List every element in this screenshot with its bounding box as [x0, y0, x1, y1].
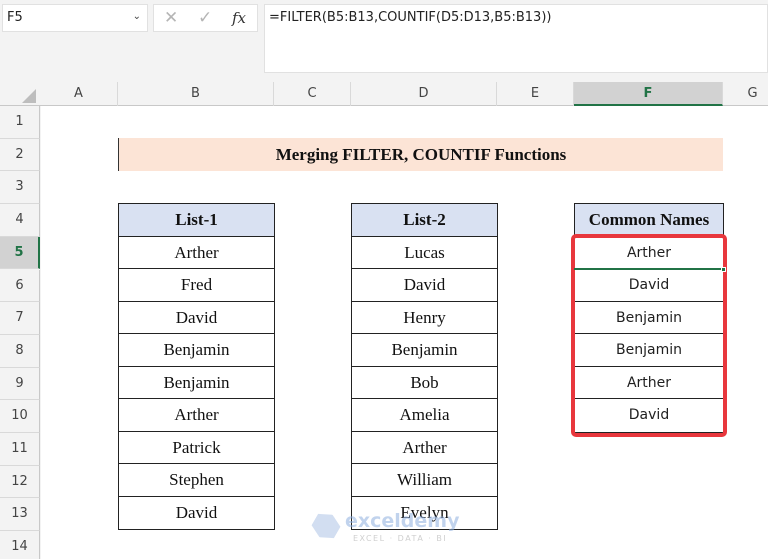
- row-header-1[interactable]: 1: [0, 106, 40, 139]
- row-header-7[interactable]: 7: [0, 302, 40, 335]
- name-box[interactable]: F5 ⌄: [2, 4, 148, 32]
- column-header-d[interactable]: D: [351, 82, 497, 106]
- list2-table: List-2 Lucas David Henry Benjamin Bob Amelia A…: [351, 203, 498, 530]
- row-header-11[interactable]: 11: [0, 433, 40, 466]
- row-header-13[interactable]: 13: [0, 498, 40, 532]
- list2-cell[interactable]: Henry: [352, 302, 497, 334]
- sheet-title[interactable]: Merging FILTER, COUNTIF Functions: [118, 138, 723, 171]
- column-header-f[interactable]: F: [574, 82, 723, 106]
- select-all-button[interactable]: [0, 82, 40, 106]
- list1-cell[interactable]: David: [119, 302, 274, 334]
- list1-cell[interactable]: Patrick: [119, 432, 274, 464]
- list2-cell[interactable]: William: [352, 464, 497, 497]
- list1-cell[interactable]: Arther: [119, 399, 274, 432]
- column-headers: A B C D E F G: [0, 82, 768, 106]
- formula-text: =FILTER(B5:B13,COUNTIF(D5:D13,B5:B13)): [269, 10, 552, 25]
- watermark-name: exceldemy: [345, 510, 460, 532]
- common-names-header[interactable]: Common Names: [575, 204, 723, 237]
- list2-cell[interactable]: Amelia: [352, 399, 497, 432]
- watermark: exceldemy EXCEL · DATA · BI: [313, 510, 463, 550]
- list1-cell[interactable]: Stephen: [119, 464, 274, 497]
- row-header-10[interactable]: 10: [0, 400, 40, 433]
- formula-tools: ✕ ✓ fx: [153, 4, 258, 32]
- row-header-14[interactable]: 14: [0, 531, 40, 559]
- insert-function-icon[interactable]: fx: [232, 9, 246, 27]
- list1-cell[interactable]: Arther: [119, 237, 274, 269]
- cancel-icon[interactable]: ✕: [164, 8, 178, 28]
- row-header-4[interactable]: 4: [0, 204, 40, 237]
- name-box-value: F5: [7, 10, 23, 25]
- list1-cell[interactable]: Benjamin: [119, 334, 274, 367]
- row-header-5[interactable]: 5: [0, 236, 40, 270]
- row-header-3[interactable]: 3: [0, 171, 40, 205]
- list1-cell[interactable]: Benjamin: [119, 367, 274, 399]
- chevron-down-icon[interactable]: ⌄: [133, 11, 141, 22]
- fill-handle[interactable]: [721, 267, 726, 272]
- list1-cell[interactable]: David: [119, 497, 274, 530]
- list2-cell[interactable]: David: [352, 269, 497, 302]
- list2-cell[interactable]: Benjamin: [352, 334, 497, 367]
- list2-cell[interactable]: Arther: [352, 432, 497, 464]
- list2-cell[interactable]: Lucas: [352, 237, 497, 269]
- row-header-6[interactable]: 6: [0, 269, 40, 303]
- column-header-a[interactable]: A: [40, 82, 118, 106]
- formula-bar-area: F5 ⌄ ✕ ✓ fx =FILTER(B5:B13,COUNTIF(D5:D1…: [0, 0, 768, 82]
- column-header-c[interactable]: C: [274, 82, 351, 106]
- column-header-g[interactable]: G: [723, 82, 768, 106]
- row-header-12[interactable]: 12: [0, 465, 40, 499]
- active-cell-f5[interactable]: [574, 236, 726, 272]
- list1-header[interactable]: List-1: [119, 204, 274, 237]
- exceldemy-logo-icon: [308, 508, 344, 544]
- watermark-tagline: EXCEL · DATA · BI: [353, 534, 448, 543]
- list1-cell[interactable]: Fred: [119, 269, 274, 302]
- list2-cell[interactable]: Bob: [352, 367, 497, 399]
- list1-table: List-1 Arther Fred David Benjamin Benjamin Ar…: [118, 203, 275, 530]
- row-header-9[interactable]: 9: [0, 367, 40, 401]
- check-icon[interactable]: ✓: [198, 8, 212, 28]
- column-header-e[interactable]: E: [497, 82, 574, 106]
- formula-input[interactable]: =FILTER(B5:B13,COUNTIF(D5:D13,B5:B13)): [264, 4, 768, 73]
- column-header-b[interactable]: B: [118, 82, 274, 106]
- list2-header[interactable]: List-2: [352, 204, 497, 237]
- row-header-2[interactable]: 2: [0, 138, 40, 172]
- row-header-8[interactable]: 8: [0, 334, 40, 368]
